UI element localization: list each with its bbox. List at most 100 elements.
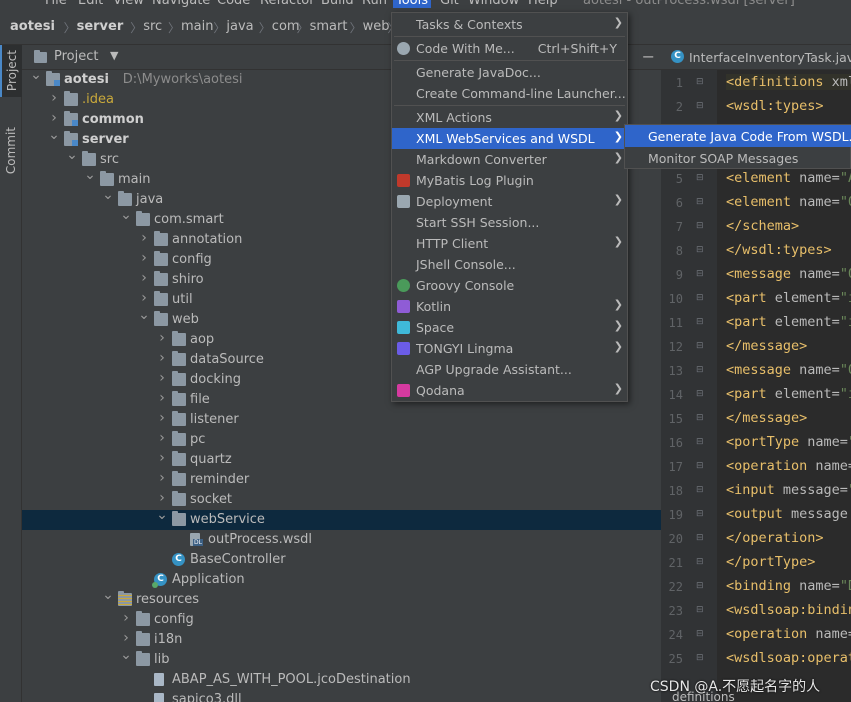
menu-item-tongyi-lingma[interactable]: TONGYI Lingma ❯ [392, 338, 627, 359]
tree-folder-item[interactable]: ⌄ resources [22, 587, 661, 610]
chevron-right-icon[interactable]: › [138, 250, 150, 266]
menu-item-create-command-line-launcher[interactable]: Create Command-line Launcher... [392, 83, 627, 104]
fold-marker-icon[interactable]: ⊟ [696, 557, 704, 567]
fold-marker-icon[interactable]: ⊟ [696, 101, 704, 111]
chevron-down-icon[interactable]: ⌄ [66, 147, 78, 163]
menu-item-start-ssh-session[interactable]: Start SSH Session... [392, 212, 627, 233]
chevron-down-icon[interactable]: ⌄ [102, 587, 114, 603]
breadcrumb-item[interactable]: server [77, 19, 124, 34]
menu-item-deployment[interactable]: Deployment ❯ [392, 191, 627, 212]
tree-folder-item[interactable]: › listener [22, 410, 661, 430]
breadcrumb-item[interactable]: com [272, 19, 300, 34]
menu-edit[interactable]: Edit [78, 0, 103, 8]
tree-folder-item[interactable]: › i18n [22, 630, 661, 650]
menu-item-xml-webservices-and-wsdl[interactable]: XML WebServices and WSDL ❯ [392, 128, 627, 149]
fold-marker-icon[interactable]: ⊟ [696, 293, 704, 303]
chevron-down-icon[interactable]: ⌄ [84, 167, 96, 183]
tree-file-item[interactable]: ABAP_AS_WITH_POOL.jcoDestination [22, 670, 661, 690]
menu-item-xml-actions[interactable]: XML Actions ❯ [392, 107, 627, 128]
menu-build[interactable]: Build [321, 0, 354, 8]
chevron-right-icon[interactable]: › [48, 90, 60, 106]
chevron-right-icon[interactable]: › [156, 490, 168, 506]
menu-item-http-client[interactable]: HTTP Client ❯ [392, 233, 627, 254]
chevron-right-icon[interactable]: › [138, 270, 150, 286]
tree-file-item[interactable]: sapjco3.dll [22, 690, 661, 702]
fold-marker-icon[interactable]: ⊟ [696, 341, 704, 351]
chevron-down-icon[interactable]: ⌄ [30, 67, 42, 83]
fold-marker-icon[interactable]: ⊟ [696, 77, 704, 87]
menu-item-agp-upgrade-assistant[interactable]: AGP Upgrade Assistant... [392, 359, 627, 380]
fold-marker-icon[interactable]: ⊟ [696, 437, 704, 447]
menu-run[interactable]: Run [362, 0, 387, 8]
menu-item-space[interactable]: Space ❯ [392, 317, 627, 338]
fold-marker-icon[interactable]: ⊟ [696, 389, 704, 399]
menu-file[interactable]: File [45, 0, 67, 8]
menu-item-groovy-console[interactable]: Groovy Console [392, 275, 627, 296]
chevron-down-icon[interactable]: ⌄ [120, 207, 132, 223]
breadcrumb-item[interactable]: aotesi [10, 19, 55, 34]
menu-code[interactable]: Code [217, 0, 250, 8]
fold-marker-icon[interactable]: ⊟ [696, 197, 704, 207]
breadcrumb-item[interactable]: java [226, 19, 253, 34]
fold-marker-icon[interactable]: ⊟ [696, 173, 704, 183]
menu-item-generate-javadoc[interactable]: Generate JavaDoc... [392, 62, 627, 83]
chevron-down-icon[interactable]: ⌄ [120, 647, 132, 663]
tree-file-item[interactable]: C BaseController [22, 550, 661, 570]
tree-folder-item[interactable]: › pc [22, 430, 661, 450]
chevron-right-icon[interactable]: › [156, 370, 168, 386]
chevron-down-icon[interactable]: ⌄ [156, 507, 168, 523]
fold-marker-icon[interactable]: ⊟ [696, 269, 704, 279]
fold-marker-icon[interactable]: ⊟ [696, 413, 704, 423]
menu-refactor[interactable]: Refactor [260, 0, 315, 8]
fold-marker-icon[interactable]: ⊟ [696, 365, 704, 375]
chevron-right-icon[interactable]: › [156, 450, 168, 466]
fold-marker-icon[interactable]: ⊟ [696, 605, 704, 615]
project-panel-title[interactable]: Project [54, 49, 98, 64]
chevron-right-icon[interactable]: › [156, 350, 168, 366]
chevron-right-icon[interactable]: › [156, 470, 168, 486]
fold-marker-icon[interactable]: ⊟ [696, 581, 704, 591]
tree-folder-item[interactable]: ⌄ webService [22, 507, 661, 530]
menu-item-tasks-contexts[interactable]: Tasks & Contexts ❯ [392, 14, 627, 35]
fold-marker-icon[interactable]: ⊟ [696, 317, 704, 327]
menu-item-code-with-me[interactable]: Code With Me... Ctrl+Shift+Y [392, 38, 627, 59]
chevron-right-icon[interactable]: › [138, 230, 150, 246]
chevron-down-icon[interactable]: ⌄ [48, 127, 60, 143]
fold-marker-icon[interactable]: ⊟ [696, 221, 704, 231]
menu-item-kotlin[interactable]: Kotlin ❯ [392, 296, 627, 317]
tree-folder-item[interactable]: › config [22, 610, 661, 630]
minimize-icon[interactable]: − [642, 47, 655, 66]
menu-navigate[interactable]: Navigate [152, 0, 210, 8]
menu-item-markdown-converter[interactable]: Markdown Converter ❯ [392, 149, 627, 170]
fold-marker-icon[interactable]: ⊟ [696, 485, 704, 495]
chevron-down-icon[interactable]: ⌄ [138, 307, 150, 323]
tree-folder-item[interactable]: › reminder [22, 470, 661, 490]
chevron-right-icon[interactable]: › [48, 110, 60, 126]
chevron-right-icon[interactable]: › [156, 390, 168, 406]
tree-folder-item[interactable]: ⌄ lib [22, 647, 661, 670]
project-tool-tab[interactable]: Project [0, 45, 22, 97]
tree-file-item[interactable]: outProcess.wsdl [22, 530, 661, 550]
chevron-right-icon[interactable]: › [156, 410, 168, 426]
fold-marker-icon[interactable]: ⊟ [696, 533, 704, 543]
breadcrumb-item[interactable]: main [181, 19, 213, 34]
commit-tool-tab[interactable]: Commit [0, 117, 22, 185]
submenu-item-generate-java-code-from-wsdl[interactable]: Generate Java Code From WSDL... [625, 125, 851, 147]
tree-folder-item[interactable]: › quartz [22, 450, 661, 470]
fold-marker-icon[interactable]: ⊟ [696, 461, 704, 471]
menu-item-qodana[interactable]: Qodana ❯ [392, 380, 627, 401]
tree-file-item[interactable]: C Application [22, 570, 661, 590]
chevron-right-icon[interactable]: › [120, 610, 132, 626]
breadcrumb-item[interactable]: smart [310, 19, 348, 34]
chevron-right-icon[interactable]: › [120, 630, 132, 646]
submenu-item-monitor-soap-messages[interactable]: Monitor SOAP Messages [625, 147, 851, 169]
menu-git[interactable]: Git [440, 0, 459, 8]
menu-view[interactable]: View [113, 0, 144, 8]
fold-marker-icon[interactable]: ⊟ [696, 245, 704, 255]
chevron-right-icon[interactable]: › [156, 430, 168, 446]
chevron-down-icon[interactable]: ▼ [110, 49, 118, 62]
fold-marker-icon[interactable]: ⊟ [696, 509, 704, 519]
menu-tools[interactable]: Tools [393, 0, 432, 8]
fold-marker-icon[interactable]: ⊟ [696, 629, 704, 639]
menu-item-mybatis-log-plugin[interactable]: MyBatis Log Plugin [392, 170, 627, 191]
